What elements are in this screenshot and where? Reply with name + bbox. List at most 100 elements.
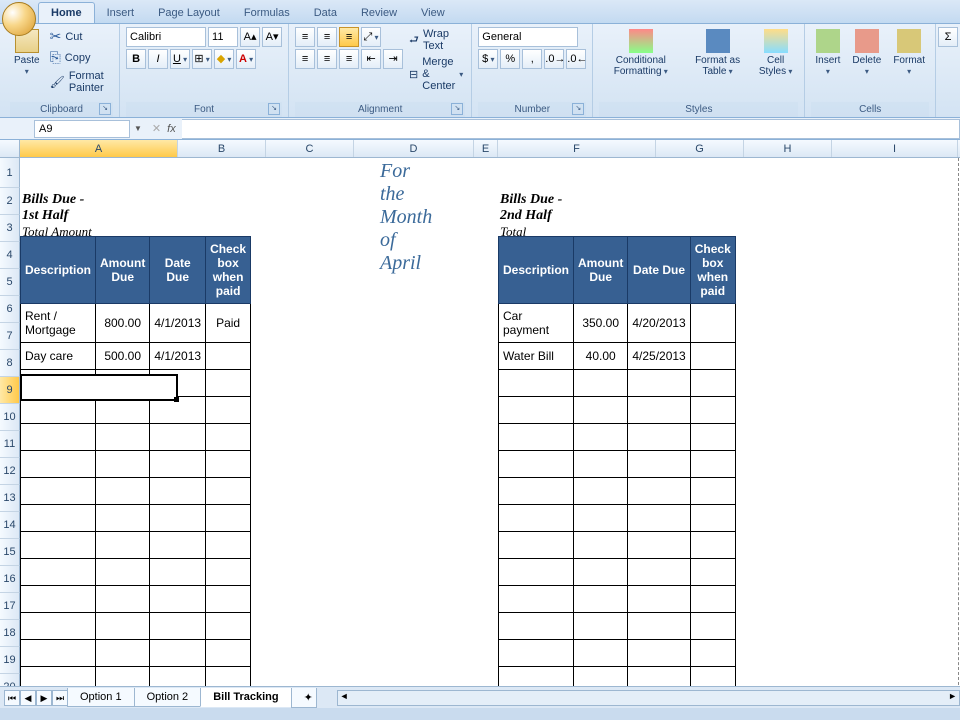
col-header-c[interactable]: C xyxy=(266,140,354,157)
cut-button[interactable]: Cut xyxy=(48,27,113,46)
sheet-tab-option-1[interactable]: Option 1 xyxy=(67,688,135,707)
table-cell[interactable] xyxy=(499,613,574,640)
wrap-text-button[interactable]: ⮐ Wrap Text xyxy=(407,27,465,53)
row-header-10[interactable]: 10 xyxy=(0,404,20,431)
table-cell[interactable] xyxy=(690,304,735,343)
horizontal-scrollbar[interactable] xyxy=(337,690,960,706)
table-cell[interactable] xyxy=(628,478,690,505)
table-cell[interactable]: 500.00 xyxy=(96,343,150,370)
table-cell[interactable] xyxy=(21,424,96,451)
number-format-select[interactable] xyxy=(478,27,578,47)
tab-view[interactable]: View xyxy=(409,3,457,23)
table-cell[interactable] xyxy=(499,370,574,397)
table-cell[interactable] xyxy=(628,613,690,640)
align-left-button[interactable]: ≡ xyxy=(295,49,315,69)
table-cell[interactable] xyxy=(21,559,96,586)
table-cell[interactable] xyxy=(206,370,251,397)
table-cell[interactable] xyxy=(206,478,251,505)
table-cell[interactable] xyxy=(628,424,690,451)
table-cell[interactable] xyxy=(96,613,150,640)
font-color-button[interactable]: A xyxy=(236,49,256,69)
tab-formulas[interactable]: Formulas xyxy=(232,3,302,23)
comma-button[interactable]: , xyxy=(522,49,542,69)
table-cell[interactable]: 4/1/2013 xyxy=(150,343,206,370)
col-header-i[interactable]: I xyxy=(832,140,958,157)
decrease-decimal-button[interactable]: .0← xyxy=(566,49,586,69)
table-cell[interactable]: 40.00 xyxy=(574,343,628,370)
table-cell[interactable] xyxy=(206,505,251,532)
table-cell[interactable] xyxy=(499,451,574,478)
table-cell[interactable]: Day care xyxy=(21,343,96,370)
table-cell[interactable] xyxy=(628,559,690,586)
table-cell[interactable]: Rent / Mortgage xyxy=(21,304,96,343)
name-box[interactable] xyxy=(34,120,130,138)
shrink-font-button[interactable]: A▾ xyxy=(262,27,282,47)
sheet-nav-last[interactable]: ⏭ xyxy=(52,690,68,706)
table-cell[interactable] xyxy=(628,451,690,478)
table-cell[interactable] xyxy=(574,640,628,667)
table-cell[interactable] xyxy=(206,397,251,424)
decrease-indent-button[interactable]: ⇤ xyxy=(361,49,381,69)
office-button[interactable] xyxy=(2,2,36,36)
col-header-a[interactable]: A xyxy=(20,140,178,157)
table-cell[interactable]: 800.00 xyxy=(96,304,150,343)
table-cell[interactable] xyxy=(574,424,628,451)
orientation-button[interactable]: ⤢ xyxy=(361,27,381,47)
table-cell[interactable] xyxy=(206,559,251,586)
table-cell[interactable] xyxy=(96,478,150,505)
table-cell[interactable] xyxy=(690,586,735,613)
row-header-11[interactable]: 11 xyxy=(0,431,20,458)
italic-button[interactable]: I xyxy=(148,49,168,69)
new-sheet-button[interactable]: ✦ xyxy=(291,688,317,708)
table-cell[interactable] xyxy=(150,451,206,478)
fill-color-button[interactable]: ◆ xyxy=(214,49,234,69)
table-cell[interactable] xyxy=(628,505,690,532)
clipboard-dialog-launcher[interactable]: ↘ xyxy=(99,103,111,115)
table-cell[interactable] xyxy=(690,343,735,370)
font-name-select[interactable] xyxy=(126,27,206,47)
alignment-dialog-launcher[interactable]: ↘ xyxy=(451,103,463,115)
percent-button[interactable]: % xyxy=(500,49,520,69)
col-header-g[interactable]: G xyxy=(656,140,744,157)
table-cell[interactable]: 4/20/2013 xyxy=(628,304,690,343)
table-cell[interactable]: 4/25/2013 xyxy=(628,343,690,370)
cancel-formula-icon[interactable]: ✕ xyxy=(152,122,161,135)
table-cell[interactable] xyxy=(96,532,150,559)
table-cell[interactable]: Water Bill xyxy=(499,343,574,370)
table-cell[interactable]: Paid xyxy=(206,304,251,343)
table-cell[interactable] xyxy=(150,424,206,451)
row-header-17[interactable]: 17 xyxy=(0,593,20,620)
table-cell[interactable] xyxy=(574,478,628,505)
table-cell[interactable] xyxy=(150,586,206,613)
col-header-f[interactable]: F xyxy=(498,140,656,157)
accounting-format-button[interactable]: $ xyxy=(478,49,498,69)
sheet-tab-bill-tracking[interactable]: Bill Tracking xyxy=(200,688,291,707)
tab-insert[interactable]: Insert xyxy=(95,3,147,23)
table-cell[interactable] xyxy=(499,397,574,424)
table-cell[interactable] xyxy=(150,478,206,505)
row-header-14[interactable]: 14 xyxy=(0,512,20,539)
table-cell[interactable] xyxy=(628,370,690,397)
table-cell[interactable] xyxy=(21,451,96,478)
table-cell[interactable] xyxy=(21,478,96,505)
table-cell[interactable] xyxy=(690,559,735,586)
tab-page-layout[interactable]: Page Layout xyxy=(146,3,232,23)
row-header-19[interactable]: 19 xyxy=(0,647,20,674)
tab-data[interactable]: Data xyxy=(302,3,349,23)
table-cell[interactable] xyxy=(628,532,690,559)
table-cell[interactable] xyxy=(21,586,96,613)
table-cell[interactable] xyxy=(574,586,628,613)
row-header-16[interactable]: 16 xyxy=(0,566,20,593)
row-header-18[interactable]: 18 xyxy=(0,620,20,647)
select-all-corner[interactable] xyxy=(0,140,20,157)
sheet-tab-option-2[interactable]: Option 2 xyxy=(134,688,202,707)
table-cell[interactable] xyxy=(206,640,251,667)
sheet-nav-prev[interactable]: ◀ xyxy=(20,690,36,706)
table-cell[interactable] xyxy=(150,559,206,586)
row-header-3[interactable]: 3 xyxy=(0,215,20,242)
merge-center-button[interactable]: ⊟ Merge & Center xyxy=(407,55,465,93)
align-middle-button[interactable]: ≡ xyxy=(317,27,337,47)
cell-styles-button[interactable]: Cell Styles xyxy=(753,27,799,79)
row-header-2[interactable]: 2 xyxy=(0,188,20,215)
table-cell[interactable] xyxy=(150,532,206,559)
